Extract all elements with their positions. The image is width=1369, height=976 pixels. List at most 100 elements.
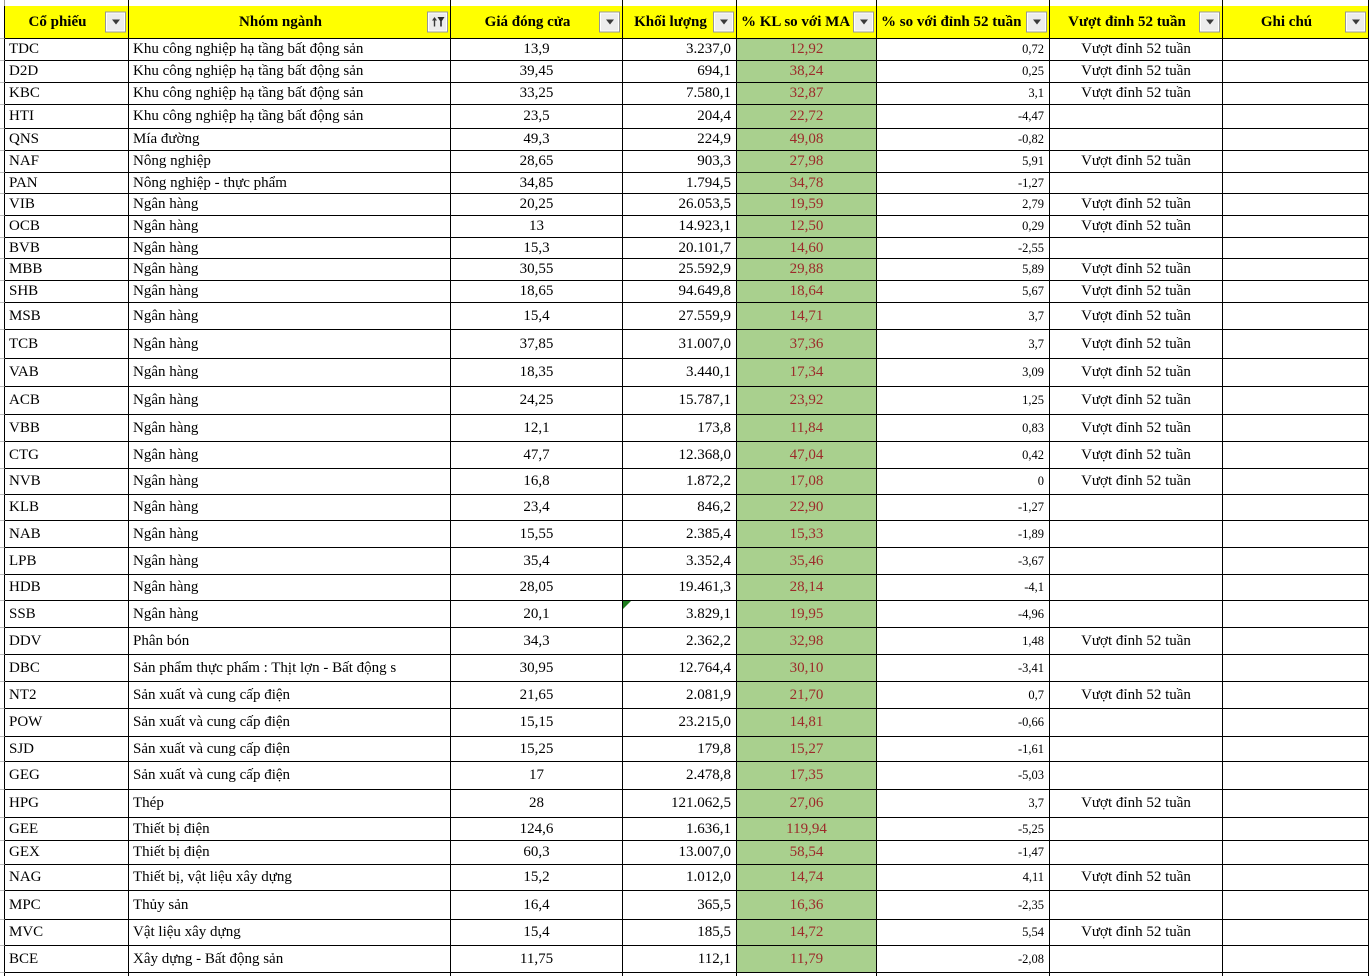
cell-industry[interactable]: Ngân hàng [129,387,451,415]
cell-close[interactable]: 124,6 [451,818,623,841]
cell-peak_pct[interactable]: 3,7 [877,303,1050,330]
cell-note[interactable] [1223,548,1369,575]
filter-dropdown-button-vol_ma_pct[interactable] [853,11,874,33]
cell-ticker[interactable]: BVB [5,238,129,259]
cell-peak_pct[interactable]: -4,1 [877,575,1050,601]
cell-volume[interactable]: 224,9 [623,129,737,151]
cell-vol_ma_pct[interactable]: 17,08 [737,469,877,495]
cell-volume[interactable]: 365,5 [623,891,737,920]
cell-industry[interactable]: Ngân hàng [129,303,451,330]
cell-industry[interactable]: Khu công nghiệp hạ tầng bất động sản [129,61,451,83]
cell-peak_label[interactable]: Vượt đỉnh 52 tuần [1050,194,1223,216]
cell-vol_ma_pct[interactable]: 47,04 [737,442,877,469]
header-cell-industry[interactable]: Nhóm ngành [129,6,451,39]
cell-peak_pct[interactable]: -1,89 [877,521,1050,548]
cell-ticker[interactable]: POW [5,709,129,737]
cell-industry[interactable]: Ngân hàng [129,259,451,281]
cell-volume[interactable]: 25.592,9 [623,259,737,281]
cell-close[interactable]: 24,25 [451,387,623,415]
cell-vol_ma_pct[interactable]: 14,81 [737,709,877,737]
cell-volume[interactable]: 204,4 [623,105,737,129]
cell-industry[interactable]: Khu công nghiệp hạ tầng bất động sản [129,39,451,61]
cell-ticker[interactable]: MBB [5,259,129,281]
cell-vol_ma_pct[interactable]: 19,95 [737,601,877,628]
cell-volume[interactable]: 2.362,2 [623,628,737,655]
header-cell-close[interactable]: Giá đóng cửa [451,6,623,39]
cell-ticker[interactable]: LPB [5,548,129,575]
cell-industry[interactable]: Phân bón [129,628,451,655]
cell-close[interactable]: 37,85 [451,330,623,359]
cell-ticker[interactable]: BCE [5,946,129,973]
cell-industry[interactable]: Khu công nghiệp hạ tầng bất động sản [129,83,451,105]
cell-close[interactable]: 15,25 [451,737,623,762]
cell-note[interactable] [1223,682,1369,709]
cell-industry[interactable]: Ngân hàng [129,281,451,303]
cell-volume[interactable]: 3.440,1 [623,359,737,387]
cell-vol_ma_pct[interactable]: 32,87 [737,83,877,105]
cell-peak_pct[interactable]: 3,7 [877,330,1050,359]
cell-ticker[interactable]: NT2 [5,682,129,709]
cell-industry[interactable]: Ngân hàng [129,238,451,259]
cell-note[interactable] [1223,83,1369,105]
cell-peak_label[interactable]: Vượt đỉnh 52 tuần [1050,682,1223,709]
cell-close[interactable]: 11,75 [451,946,623,973]
cell-ticker[interactable]: DBC [5,655,129,682]
cell-peak_label[interactable]: Vượt đỉnh 52 tuần [1050,415,1223,442]
cell-peak_label[interactable] [1050,655,1223,682]
cell-volume[interactable]: 112,1 [623,946,737,973]
cell-industry[interactable]: Ngân hàng [129,521,451,548]
cell-peak_pct[interactable]: -4,47 [877,105,1050,129]
cell-vol_ma_pct[interactable]: 18,64 [737,281,877,303]
cell-ticker[interactable]: PAN [5,173,129,194]
cell-note[interactable] [1223,330,1369,359]
cell-industry[interactable]: Ngân hàng [129,495,451,521]
cell-ticker[interactable]: D2D [5,61,129,83]
cell-volume[interactable]: 23.215,0 [623,709,737,737]
cell-ticker[interactable]: NVB [5,469,129,495]
cell-vol_ma_pct[interactable]: 14,72 [737,920,877,946]
cell-close[interactable]: 16,8 [451,469,623,495]
cell-close[interactable]: 23,5 [451,105,623,129]
cell-vol_ma_pct[interactable]: 21,70 [737,682,877,709]
cell-vol_ma_pct[interactable]: 22,72 [737,105,877,129]
cell-industry[interactable]: Khu công nghiệp hạ tầng bất động sản [129,105,451,129]
cell-close[interactable]: 18,65 [451,281,623,303]
cell-vol_ma_pct[interactable]: 119,94 [737,818,877,841]
cell-volume[interactable]: 94.649,8 [623,281,737,303]
cell-note[interactable] [1223,601,1369,628]
cell-industry[interactable]: Ngân hàng [129,442,451,469]
cell-vol_ma_pct[interactable]: 34,78 [737,173,877,194]
cell-close[interactable]: 28,65 [451,151,623,173]
cell-peak_label[interactable]: Vượt đỉnh 52 tuần [1050,61,1223,83]
cell-ticker[interactable]: VBB [5,415,129,442]
cell-industry[interactable]: Ngân hàng [129,330,451,359]
cell-industry[interactable]: Thiết bị điện [129,841,451,865]
cell-close[interactable]: 13 [451,216,623,238]
cell-volume[interactable]: 12.764,4 [623,655,737,682]
cell-volume[interactable]: 1.794,5 [623,173,737,194]
cell-volume[interactable]: 1.872,2 [623,469,737,495]
cell-close[interactable]: 12,1 [451,415,623,442]
cell-note[interactable] [1223,841,1369,865]
cell-industry[interactable]: Nông nghiệp [129,151,451,173]
cell-ticker[interactable]: NAG [5,865,129,891]
cell-close[interactable]: 21,65 [451,682,623,709]
cell-note[interactable] [1223,151,1369,173]
cell-close[interactable]: 13,9 [451,39,623,61]
cell-vol_ma_pct[interactable]: 22,90 [737,495,877,521]
cell-vol_ma_pct[interactable]: 11,84 [737,415,877,442]
cell-volume[interactable]: 20.101,7 [623,238,737,259]
cell-vol_ma_pct[interactable]: 32,98 [737,628,877,655]
cell-note[interactable] [1223,628,1369,655]
cell-peak_pct[interactable]: -5,03 [877,762,1050,790]
cell-note[interactable] [1223,259,1369,281]
cell-peak_pct[interactable]: 0 [877,469,1050,495]
cell-volume[interactable]: 694,1 [623,61,737,83]
cell-industry[interactable]: Thủy sản [129,891,451,920]
cell-note[interactable] [1223,61,1369,83]
cell-peak_pct[interactable]: -5,25 [877,818,1050,841]
cell-peak_label[interactable]: Vượt đỉnh 52 tuần [1050,151,1223,173]
cell-note[interactable] [1223,469,1369,495]
cell-peak_pct[interactable]: -1,27 [877,173,1050,194]
cell-note[interactable] [1223,762,1369,790]
